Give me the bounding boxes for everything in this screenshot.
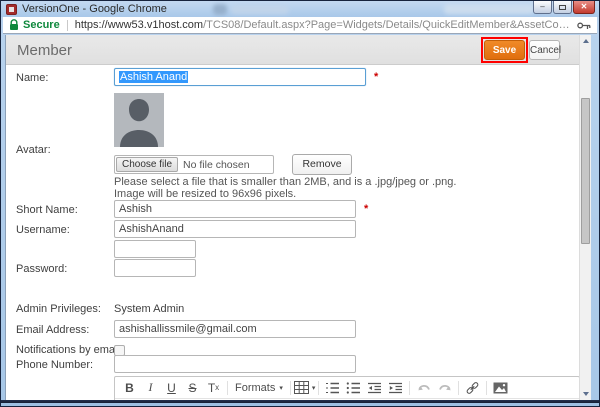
choose-file-button[interactable]: Choose file <box>116 157 178 172</box>
insert-image-button[interactable] <box>490 378 511 398</box>
address-bar[interactable]: Secure https://www53.v1host.com /TCS08/D… <box>3 17 597 34</box>
save-button[interactable]: Save <box>484 40 525 60</box>
maximize-icon <box>559 5 566 10</box>
redacted-blur <box>444 4 534 14</box>
confirm-password-input[interactable] <box>114 259 196 277</box>
notifications-label: Notifications by email: <box>16 344 123 356</box>
key-icon[interactable] <box>577 21 591 30</box>
decrease-indent-button[interactable] <box>364 378 385 398</box>
close-button[interactable]: ✕ <box>573 1 595 14</box>
window-title: VersionOne - Google Chrome <box>22 3 167 15</box>
email-label: Email Address: <box>16 324 89 336</box>
bold-button[interactable]: B <box>119 378 140 398</box>
remove-avatar-button[interactable]: Remove <box>292 154 352 175</box>
increase-indent-icon <box>388 382 403 394</box>
avatar-image <box>114 93 164 147</box>
toolbar-separator <box>227 381 228 395</box>
editor-toolbar: B I U S Tx Formats ▾ ▾ <box>115 377 579 399</box>
page-scrollbar[interactable] <box>579 35 591 400</box>
padlock-icon <box>9 19 19 31</box>
toolbar-separator <box>409 381 410 395</box>
name-input[interactable]: Ashish Anand <box>114 68 366 86</box>
clear-formatting-sub: x <box>215 383 219 392</box>
email-input[interactable] <box>114 320 356 338</box>
minimize-button[interactable]: – <box>533 1 552 14</box>
clear-formatting-glyph: T <box>208 381 215 395</box>
url-path: /TCS08/Default.aspx?Page=Widgets/Details… <box>203 19 573 31</box>
cancel-button[interactable]: Cancel <box>529 40 560 60</box>
chevron-down-icon: ▾ <box>312 384 316 392</box>
secure-label: Secure <box>23 19 60 31</box>
underline-button[interactable]: U <box>161 378 182 398</box>
avatar-label: Avatar: <box>16 144 51 156</box>
redacted-blur <box>213 4 227 15</box>
page-title: Member <box>17 42 72 59</box>
name-selected-text: Ashish Anand <box>119 71 188 83</box>
scroll-up-button[interactable] <box>580 35 591 47</box>
url-separator <box>67 20 68 31</box>
avatar-file-input[interactable]: Choose file No file chosen <box>114 155 274 174</box>
save-annotation-highlight: Save <box>481 37 528 63</box>
toolbar-separator <box>486 381 487 395</box>
redo-icon <box>437 382 453 394</box>
minimize-icon: – <box>540 3 544 11</box>
password-label: Password: <box>16 263 67 275</box>
increase-indent-button[interactable] <box>385 378 406 398</box>
page-header: Member Save Cancel <box>6 35 580 65</box>
insert-link-button[interactable] <box>462 378 483 398</box>
rich-text-editor[interactable]: B I U S Tx Formats ▾ ▾ <box>114 376 580 400</box>
clear-formatting-button[interactable]: Tx <box>203 378 224 398</box>
toolbar-separator <box>290 381 291 395</box>
formats-dropdown[interactable]: Formats ▾ <box>231 382 287 394</box>
scrollbar-thumb[interactable] <box>581 98 590 244</box>
redacted-blur <box>231 5 289 14</box>
italic-button[interactable]: I <box>140 378 161 398</box>
window-controls: – ✕ <box>532 1 595 14</box>
phone-label: Phone Number: <box>16 359 93 371</box>
name-label: Name: <box>16 72 48 84</box>
member-edit-page: Member Save Cancel Name: Ashish Anand * … <box>5 35 591 400</box>
username-label: Username: <box>16 224 70 236</box>
url-host: https://www53.v1host.com <box>75 19 203 31</box>
undo-button[interactable] <box>413 378 434 398</box>
bullet-list-button[interactable] <box>343 378 364 398</box>
avatar-help-line1: Please select a file that is smaller tha… <box>114 176 456 188</box>
username-input[interactable] <box>114 220 356 238</box>
browser-window: VersionOne - Google Chrome – ✕ Secure ht… <box>0 0 600 407</box>
chevron-down-icon: ▾ <box>279 384 283 392</box>
versionone-favicon <box>6 4 17 15</box>
table-dropdown[interactable]: ▾ <box>294 378 316 398</box>
formats-label: Formats <box>235 382 275 394</box>
admin-privileges-value: System Admin <box>114 303 184 315</box>
short-name-required-marker: * <box>364 203 368 215</box>
table-icon <box>294 381 309 394</box>
phone-input[interactable] <box>114 355 356 373</box>
ordered-list-icon <box>325 382 340 394</box>
avatar-help-line2: Image will be resized to 96x96 pixels. <box>114 188 296 200</box>
bullet-list-icon <box>346 382 361 394</box>
name-required-marker: * <box>374 71 378 83</box>
password-input[interactable] <box>114 240 196 258</box>
ordered-list-button[interactable] <box>322 378 343 398</box>
title-bar[interactable]: VersionOne - Google Chrome – ✕ <box>1 1 599 17</box>
strikethrough-button[interactable]: S <box>182 378 203 398</box>
window-bottom-glass <box>1 403 599 406</box>
image-icon <box>493 382 508 394</box>
link-icon <box>464 379 482 397</box>
scroll-down-icon <box>583 392 589 396</box>
short-name-label: Short Name: <box>16 204 78 216</box>
toolbar-separator <box>318 381 319 395</box>
decrease-indent-icon <box>367 382 382 394</box>
undo-icon <box>416 382 432 394</box>
short-name-input[interactable] <box>114 200 356 218</box>
toolbar-separator <box>458 381 459 395</box>
scroll-up-icon <box>583 39 589 43</box>
no-file-chosen-text: No file chosen <box>183 159 250 171</box>
redo-button[interactable] <box>434 378 455 398</box>
close-icon: ✕ <box>581 3 588 11</box>
admin-privileges-label: Admin Privileges: <box>16 303 101 315</box>
scroll-down-button[interactable] <box>580 388 591 400</box>
maximize-button[interactable] <box>553 1 572 14</box>
